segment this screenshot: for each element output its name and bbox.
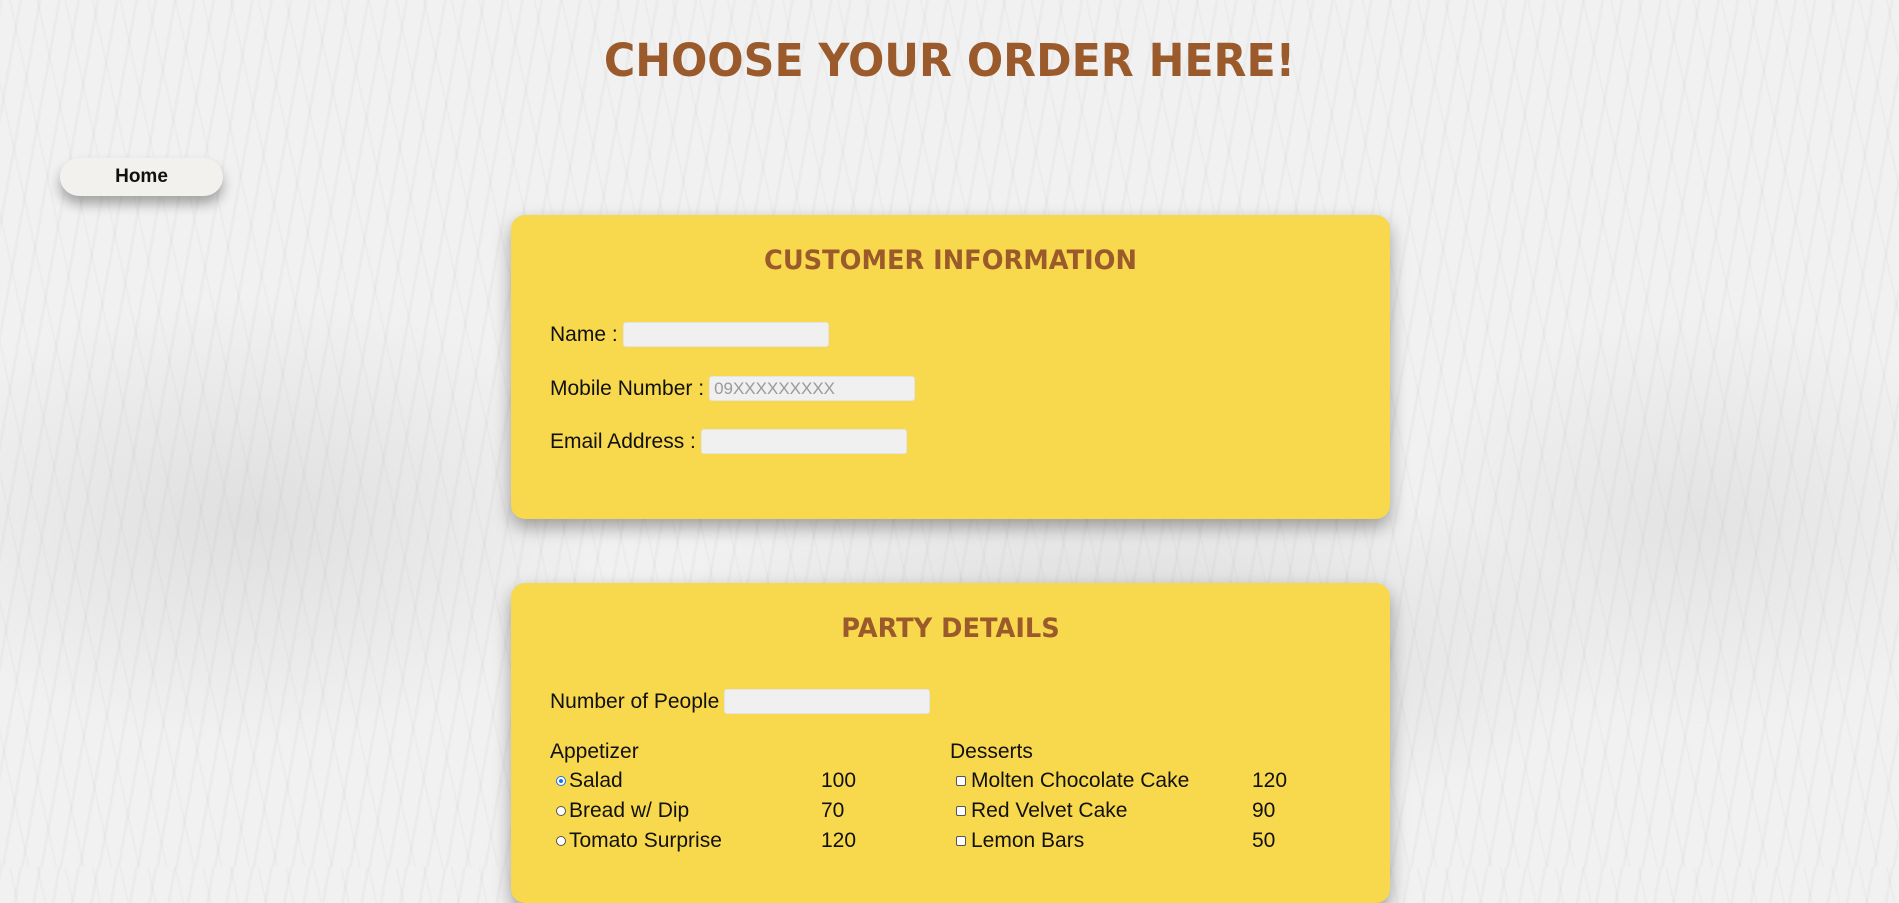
dessert-item-name: Lemon Bars — [971, 829, 1085, 852]
dessert-option-molten-chocolate-cake[interactable]: Molten Chocolate Cake 120 — [950, 766, 1330, 796]
appetizer-item-name: Tomato Surprise — [569, 829, 722, 852]
dessert-option-red-velvet-cake[interactable]: Red Velvet Cake 90 — [950, 796, 1330, 826]
appetizer-option-salad[interactable]: Salad 100 — [550, 766, 910, 796]
number-of-people-row: Number of People — [550, 689, 931, 714]
mobile-number-label: Mobile Number : — [550, 376, 705, 400]
name-field-row: Name : — [550, 322, 829, 347]
name-label: Name : — [550, 322, 618, 346]
dessert-item-price: 120 — [1252, 769, 1288, 792]
home-button-label: Home — [115, 166, 168, 187]
dessert-item-name: Molten Chocolate Cake — [971, 769, 1190, 792]
checkbox[interactable] — [956, 836, 966, 846]
customer-information-card: CUSTOMER INFORMATION Name : Mobile Numbe… — [511, 215, 1390, 519]
number-of-people-label: Number of People — [550, 689, 720, 713]
desserts-section: Desserts Molten Chocolate Cake 120 Red V… — [950, 738, 1330, 856]
appetizer-item-name: Salad — [569, 769, 623, 792]
party-details-card: PARTY DETAILS Number of People Appetizer… — [511, 583, 1390, 903]
checkbox[interactable] — [956, 806, 966, 816]
dessert-item-name: Red Velvet Cake — [971, 799, 1128, 822]
dessert-option-lemon-bars[interactable]: Lemon Bars 50 — [950, 826, 1330, 856]
appetizer-heading: Appetizer — [550, 740, 639, 763]
appetizer-section: Appetizer Salad 100 Bread w/ Dip 70 Toma… — [550, 738, 910, 856]
appetizer-option-tomato-surprise[interactable]: Tomato Surprise 120 — [550, 826, 910, 856]
appetizer-option-bread-w-dip[interactable]: Bread w/ Dip 70 — [550, 796, 910, 826]
appetizer-item-price: 100 — [821, 769, 857, 792]
desserts-heading: Desserts — [950, 740, 1033, 763]
home-button[interactable]: Home — [60, 158, 223, 196]
radio-button[interactable] — [556, 836, 566, 846]
checkbox[interactable] — [956, 776, 966, 786]
email-field-row: Email Address : — [550, 429, 907, 454]
radio-button[interactable] — [556, 806, 566, 816]
appetizer-item-price: 70 — [821, 799, 845, 822]
appetizer-item-name: Bread w/ Dip — [569, 799, 690, 822]
dessert-item-price: 50 — [1252, 829, 1276, 852]
dessert-item-price: 90 — [1252, 799, 1276, 822]
mobile-field-row: Mobile Number : — [550, 376, 916, 401]
customer-information-heading: CUSTOMER INFORMATION — [764, 245, 1137, 276]
number-of-people-input[interactable] — [724, 689, 931, 714]
email-address-label: Email Address : — [550, 429, 696, 453]
radio-button-selected[interactable] — [556, 776, 566, 786]
email-address-input[interactable] — [700, 429, 907, 454]
appetizer-item-price: 120 — [821, 829, 857, 852]
mobile-number-input[interactable] — [709, 376, 916, 401]
name-input[interactable] — [622, 322, 829, 347]
page-title: CHOOSE YOUR ORDER HERE! — [603, 34, 1296, 87]
party-details-heading: PARTY DETAILS — [841, 613, 1060, 644]
